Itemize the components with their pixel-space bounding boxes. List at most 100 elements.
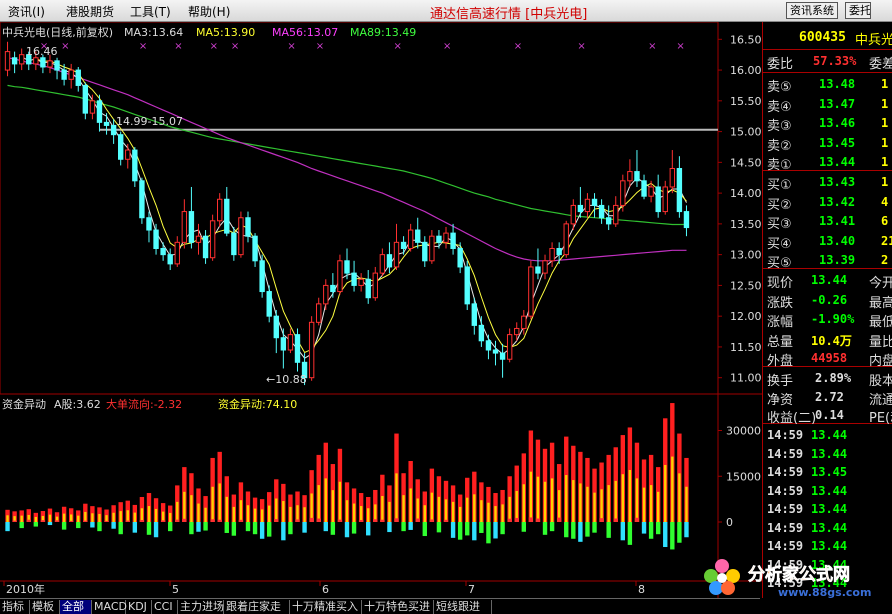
fund-bar-inner [48,514,52,522]
price-axis-label: 14.50 [730,156,762,169]
flow-bar [274,519,279,522]
fund-bar-inner [275,498,278,522]
fund-bar-inner [635,478,639,522]
flow-bar [175,519,180,522]
candle-body [266,291,272,317]
tab-8[interactable]: 十万精准买入 [290,600,362,614]
flow-bar [217,519,222,522]
tab-1[interactable]: 模板 [30,600,60,614]
fund-bar-inner [508,496,511,522]
candle-body [627,171,633,182]
flow-bar [620,522,626,541]
tab-10[interactable]: 短线跟进 [434,600,492,614]
quote-stat-value: 13.44 [811,273,848,287]
fund-bar-inner [473,494,476,522]
menu-help[interactable]: 帮助(H) [188,3,230,20]
candle-body [563,223,569,256]
sell-level-extra: 1 [881,116,889,130]
trade-button[interactable]: 委托交易 [845,2,871,19]
tick-time: 14:59 [767,428,804,442]
candle-body [337,260,343,293]
sell-level-label: 卖① [767,158,792,173]
kline-chart[interactable]: × × × × × × × × × × × × × × 16.5016.0015.5015.0014.50… [0,22,762,598]
menu-hk-futures[interactable]: 港股期货 [66,3,114,20]
candle-body [358,278,364,286]
fund-bar-inner [557,490,561,522]
candle-body [407,229,414,249]
buy-level-extra: 1 [881,175,889,189]
fund-bar-inner [282,501,285,522]
buy-level-extra: 2 [881,253,889,267]
candle-body [669,168,676,188]
flow-bar [514,517,519,522]
fund-bar-inner [260,509,264,522]
fund-bar-inner [586,486,589,522]
fund-bar-inner [628,469,632,522]
candle-body [146,217,152,231]
quote-stat-row: 外盘 44958 内盘 [763,349,892,369]
indicator-name: 资金异动 [2,397,46,411]
info-system-button[interactable]: 资讯系统 [786,2,838,19]
menu-tools[interactable]: 工具(T) [130,3,171,20]
quote-stat-label: 外盘 [767,354,794,369]
tab-3[interactable]: MACD [92,600,127,614]
fund-bar-inner [685,486,688,522]
candle-body [245,217,251,237]
tab-4[interactable]: KDJ [126,600,152,614]
signal-marker: × [443,41,451,52]
menu-info[interactable]: 资讯(I) [8,3,45,20]
tab-5[interactable]: CCI [152,600,178,614]
buy-level-label: 买③ [767,217,792,232]
fund-bar-inner [268,505,271,522]
signal-marker: × [231,41,239,52]
flow-bar [337,519,343,522]
candle-body [662,186,668,213]
fund-bar-inner [367,508,370,522]
fund-bar-inner [572,480,575,522]
weicha-label: 委差 [869,57,892,72]
buy-level-extra: 4 [881,194,889,209]
flow-bar [358,519,364,522]
candle-body [54,60,60,71]
tab-0[interactable]: 指标 [0,600,30,614]
tab-7[interactable]: 跟着庄家走 [224,600,290,614]
candle-body [365,278,371,299]
candle-body [400,241,407,249]
fund-bar-inner [416,498,419,522]
quote-stat-row: 现价 13.44 今开 [763,271,892,291]
fundamental-stat-label: 净资 [767,392,794,408]
flow-bar [472,522,477,541]
candle-body [316,303,322,323]
fund-bar-inner [642,487,646,522]
candle-body [40,57,46,68]
buy-level-row: 买④ 13.40 21 [763,232,892,252]
tab-2[interactable]: 全部 [60,600,92,614]
signal-marker: × [174,41,182,52]
fund-bar-inner [211,486,214,522]
candle-body [11,57,18,65]
flow-bar [387,522,392,533]
fund-bar-inner [303,507,306,522]
fund-bar-inner [154,508,158,522]
candle-body [287,334,294,351]
signal-marker: × [514,41,522,52]
flow-bar [12,520,17,522]
flow-bar [40,520,46,522]
tick-price: 13.44 [811,483,848,498]
flow-bar [267,522,272,537]
buy-level-row: 买⑤ 13.39 2 [763,251,892,271]
candle-body [351,272,357,286]
tick-row: 14:59 13.44 [763,482,892,500]
fund-bar-inner [20,515,23,522]
fund-bar-inner [480,500,483,522]
fund-bar-inner [352,503,356,522]
flow-bar [146,522,152,535]
quote-stat-row: 涨幅 -1.90% 最低 [763,310,892,330]
tab-9[interactable]: 十万特色买进 [362,600,434,614]
flow-bar [408,522,413,530]
buy-level-value: 13.39 [819,253,856,267]
ma56-label: MA56:13.07 [272,26,338,39]
flow-bar [655,522,661,535]
tick-price: 13.44 [811,446,848,461]
tab-6[interactable]: 主力进场 [178,600,224,614]
